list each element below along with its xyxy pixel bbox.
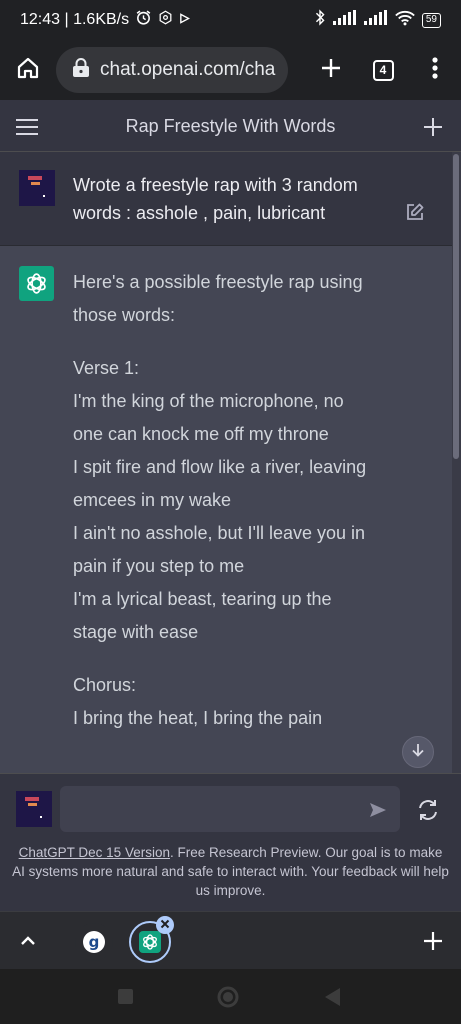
add-tab-button[interactable] <box>423 931 443 951</box>
hamburger-icon <box>14 119 40 143</box>
verse-label: Verse 1: <box>73 358 140 378</box>
verse-line: I'm the king of the microphone, no one c… <box>73 391 344 444</box>
plus-icon <box>320 57 342 84</box>
settings-icon <box>158 10 173 30</box>
status-bar: 12:43 | 1.6KB/s 59 <box>0 0 461 40</box>
home-icon <box>16 56 40 85</box>
recent-apps-icon <box>115 989 135 1010</box>
more-vert-icon <box>432 56 438 84</box>
message-input[interactable] <box>60 786 400 832</box>
system-home-button[interactable] <box>217 986 239 1008</box>
chorus-label: Chorus: <box>73 675 137 695</box>
new-tab-button[interactable] <box>305 42 357 98</box>
close-tab-button[interactable] <box>156 916 174 934</box>
user-avatar <box>16 791 52 827</box>
tab-switcher-button[interactable]: 4 <box>357 42 409 98</box>
edit-icon <box>405 203 425 226</box>
signal-icon <box>363 10 388 30</box>
user-message-text: Wrote a freestyle rap with 3 random word… <box>73 175 358 223</box>
chat-header: Rap Freestyle With Words <box>0 102 461 152</box>
screen: 12:43 | 1.6KB/s 59 chat.openai.com/cha 4… <box>0 0 461 1024</box>
back-triangle-icon <box>322 988 342 1012</box>
edit-message-button[interactable] <box>405 202 425 222</box>
expand-tabs-button[interactable] <box>18 931 38 951</box>
alarm-icon <box>135 9 152 31</box>
arrow-down-icon <box>410 742 426 763</box>
chatgpt-logo-icon <box>19 266 54 301</box>
browser-toolbar: chat.openai.com/cha 4 <box>0 40 461 100</box>
menu-button[interactable] <box>14 115 40 139</box>
verse-line: I'm a lyrical beast, tearing up the stag… <box>73 589 332 642</box>
scroll-to-bottom-button[interactable] <box>402 736 434 768</box>
new-chat-button[interactable] <box>421 115 445 139</box>
scrollbar[interactable] <box>452 152 461 773</box>
recent-apps-button[interactable] <box>115 986 137 1008</box>
system-back-button[interactable] <box>322 986 344 1008</box>
svg-text:g: g <box>89 933 100 951</box>
assistant-intro: Here's a possible freestyle rap using th… <box>73 272 363 325</box>
tab-favicon-1[interactable]: g <box>75 923 113 961</box>
send-icon <box>368 803 388 824</box>
version-link[interactable]: ChatGPT Dec 15 Version <box>19 845 170 860</box>
plus-icon <box>423 932 443 955</box>
lock-icon <box>72 57 90 83</box>
composer: ChatGPT Dec 15 Version. Free Research Pr… <box>0 773 461 911</box>
url-text: chat.openai.com/cha <box>100 59 276 80</box>
status-time-speed: 12:43 | 1.6KB/s <box>20 11 130 28</box>
scrollbar-thumb[interactable] <box>453 154 459 459</box>
tab-strip: g <box>0 911 461 969</box>
plus-icon <box>421 118 445 143</box>
verse-line: I spit fire and flow like a river, leavi… <box>73 457 367 510</box>
tab-count-icon: 4 <box>372 59 394 81</box>
bluetooth-icon <box>314 9 326 31</box>
user-avatar <box>19 170 55 206</box>
battery-icon: 59 <box>421 12 441 28</box>
assistant-message: Here's a possible freestyle rap using th… <box>0 246 461 773</box>
assistant-message-text: Here's a possible freestyle rap using th… <box>73 266 373 735</box>
address-bar[interactable]: chat.openai.com/cha <box>56 47 288 93</box>
close-icon <box>160 916 170 934</box>
browser-menu-button[interactable] <box>409 42 461 98</box>
footer-note: ChatGPT Dec 15 Version. Free Research Pr… <box>12 843 449 900</box>
home-circle-icon <box>217 986 239 1012</box>
browser-actions: 4 <box>305 42 461 98</box>
home-button[interactable] <box>0 42 56 98</box>
status-left: 12:43 | 1.6KB/s <box>20 9 191 31</box>
signal-icon <box>332 10 357 30</box>
refresh-icon <box>416 800 440 826</box>
verse-line: I ain't no asshole, but I'll leave you i… <box>73 523 366 576</box>
regenerate-button[interactable] <box>416 798 440 822</box>
chevron-up-icon <box>18 936 38 955</box>
system-nav-bar <box>0 969 461 1024</box>
conversation[interactable]: Wrote a freestyle rap with 3 random word… <box>0 152 461 773</box>
user-message: Wrote a freestyle rap with 3 random word… <box>0 152 461 246</box>
play-icon <box>179 11 191 29</box>
status-right: 59 <box>314 9 441 31</box>
wifi-icon <box>395 10 415 31</box>
send-button[interactable] <box>368 800 388 820</box>
chorus-line: I bring the heat, I bring the pain <box>73 708 323 728</box>
chat-title: Rap Freestyle With Words <box>125 116 336 136</box>
